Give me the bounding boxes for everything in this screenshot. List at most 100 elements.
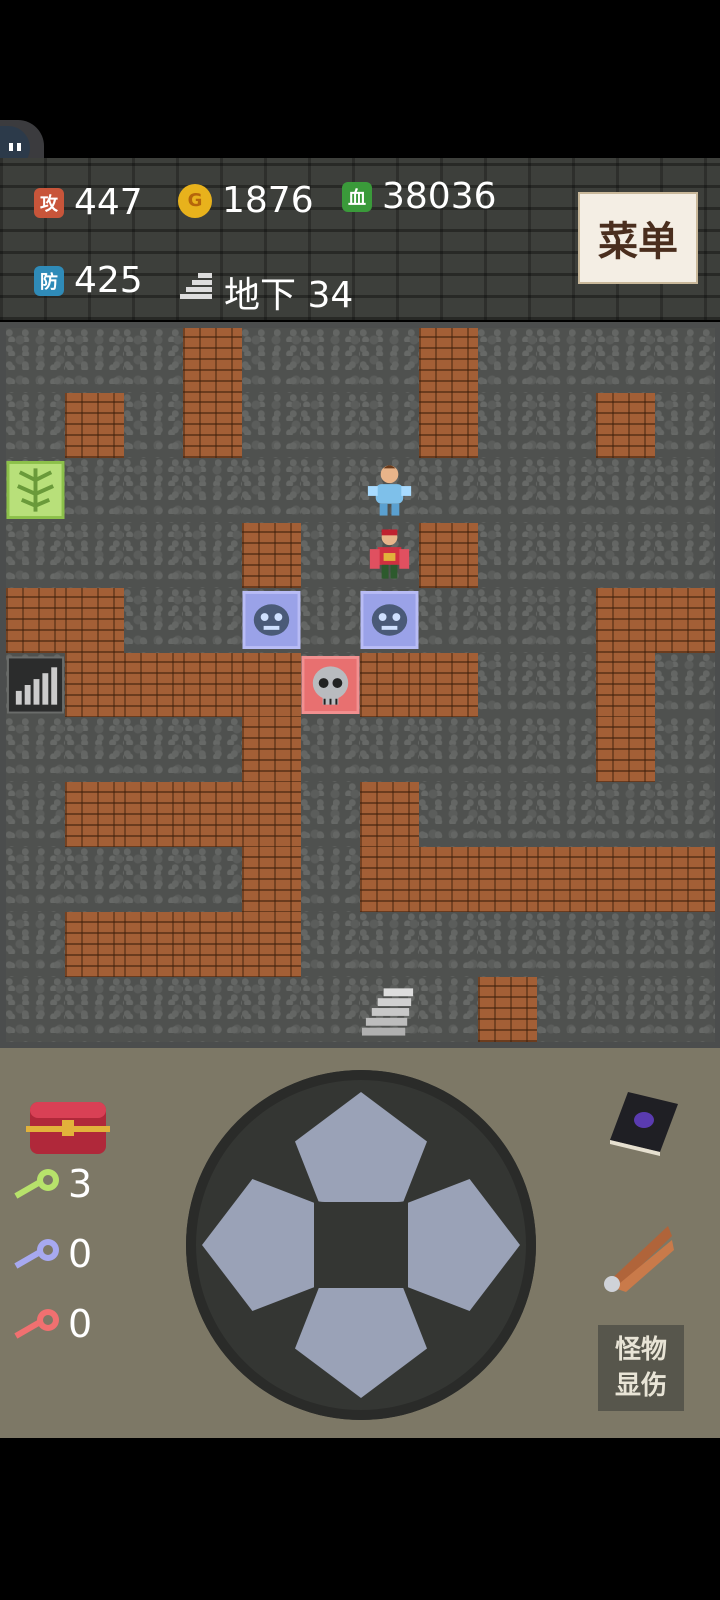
- wall-tile: [124, 912, 184, 978]
- floor-tile: [596, 457, 656, 524]
- floor-tile: [65, 717, 125, 783]
- floor-tile: [596, 328, 656, 394]
- floor-tile: [419, 457, 479, 524]
- floor-tile: [478, 392, 538, 459]
- floor-tile: [124, 587, 184, 654]
- attack-stat: 攻 447: [34, 182, 143, 223]
- floor-tile: [6, 977, 66, 1043]
- gold-value: 1876: [222, 180, 314, 221]
- blue-key-icon: [8, 1236, 64, 1280]
- floor-tile: [183, 977, 243, 1043]
- green-vine-door-icon[interactable]: [6, 458, 65, 523]
- floor-tile: [301, 392, 361, 459]
- floor-tile: [478, 587, 538, 654]
- stairs-icon: [178, 271, 214, 314]
- floor-tile: [537, 912, 597, 978]
- floor-tile: [183, 717, 243, 783]
- monster-damage-toggle[interactable]: 怪物 显伤: [598, 1325, 684, 1411]
- floor-tile: [478, 912, 538, 978]
- floor-tile: [6, 522, 66, 589]
- dpad-right-button[interactable]: [408, 1179, 520, 1311]
- floor-tile: [301, 912, 361, 978]
- treasure-chest-icon[interactable]: [24, 1088, 112, 1162]
- blue-gargoyle-monster-icon[interactable]: [242, 588, 301, 653]
- floor-tile: [655, 522, 715, 589]
- floor-tile: [596, 782, 656, 848]
- floor-tile: [419, 717, 479, 783]
- floor-tile: [124, 328, 184, 394]
- floor-tile: [124, 717, 184, 783]
- wall-tile: [596, 717, 656, 783]
- floor-tile: [655, 328, 715, 394]
- floor-value: 地下 34: [224, 275, 354, 316]
- wall-tile: [65, 587, 125, 654]
- defense-value: 425: [74, 260, 143, 301]
- floor-tile: [124, 977, 184, 1043]
- floor-tile: [537, 977, 597, 1043]
- direction-pad: [186, 1070, 536, 1420]
- stairs-down-icon[interactable]: [360, 977, 419, 1042]
- wall-tile: [242, 782, 302, 848]
- wall-tile: [478, 847, 538, 913]
- skull-monster-icon[interactable]: [301, 653, 360, 718]
- wall-tile: [65, 912, 125, 978]
- floor-tile: [242, 392, 302, 459]
- floor-tile: [65, 847, 125, 913]
- floor-tile: [537, 652, 597, 718]
- dpad-up-button[interactable]: [295, 1092, 427, 1202]
- floor-tile: [360, 328, 420, 394]
- dpad-left-button[interactable]: [202, 1179, 314, 1311]
- floor-tile: [655, 652, 715, 718]
- wall-tile: [65, 652, 125, 718]
- floor-tile: [478, 522, 538, 589]
- floor-tile: [65, 977, 125, 1043]
- floor-tile: [655, 392, 715, 459]
- floor-tile: [596, 912, 656, 978]
- floor-tile: [478, 457, 538, 524]
- wing-fly-icon[interactable]: [598, 1218, 678, 1302]
- floor-tile: [183, 847, 243, 913]
- floor-tile: [301, 328, 361, 394]
- defense-badge-icon: 防: [34, 265, 64, 296]
- hp-stat: 血 38036: [342, 176, 497, 217]
- floor-tile: [124, 522, 184, 589]
- floor-tile: [301, 717, 361, 783]
- floor-tile: [183, 587, 243, 654]
- wall-tile: [6, 587, 66, 654]
- wall-tile: [655, 847, 715, 913]
- floor-tile: [360, 392, 420, 459]
- blue-armored-hero-icon[interactable]: [360, 458, 419, 523]
- monster-book-icon[interactable]: [600, 1084, 684, 1160]
- floor-tile: [6, 717, 66, 783]
- blue-gargoyle-monster-icon[interactable]: [360, 588, 419, 653]
- floor-tile: [65, 522, 125, 589]
- wall-tile: [596, 392, 656, 459]
- wall-tile: [242, 847, 302, 913]
- wall-tile: [596, 847, 656, 913]
- floor-tile: [596, 522, 656, 589]
- floor-tile: [6, 912, 66, 978]
- floor-tile: [537, 522, 597, 589]
- wall-tile: [183, 328, 243, 394]
- floor-tile: [6, 847, 66, 913]
- dpad-down-button[interactable]: [295, 1288, 427, 1398]
- red-key-icon: [8, 1306, 64, 1350]
- floor-tile: [419, 912, 479, 978]
- floor-tile: [537, 328, 597, 394]
- floor-tile: [301, 587, 361, 654]
- wall-tile: [655, 587, 715, 654]
- wall-tile: [242, 522, 302, 589]
- wall-tile: [65, 392, 125, 459]
- wall-tile: [360, 847, 420, 913]
- wall-tile: [419, 392, 479, 459]
- floor-tile: [419, 587, 479, 654]
- floor-tile: [655, 912, 715, 978]
- floor-tile: [242, 977, 302, 1043]
- stairs-up-icon[interactable]: [6, 653, 65, 718]
- floor-tile: [537, 587, 597, 654]
- floor-tile: [242, 328, 302, 394]
- menu-button[interactable]: 菜单: [578, 192, 698, 284]
- floor-tile: [655, 782, 715, 848]
- wall-tile: [596, 652, 656, 718]
- red-armored-guard-icon[interactable]: [360, 523, 419, 588]
